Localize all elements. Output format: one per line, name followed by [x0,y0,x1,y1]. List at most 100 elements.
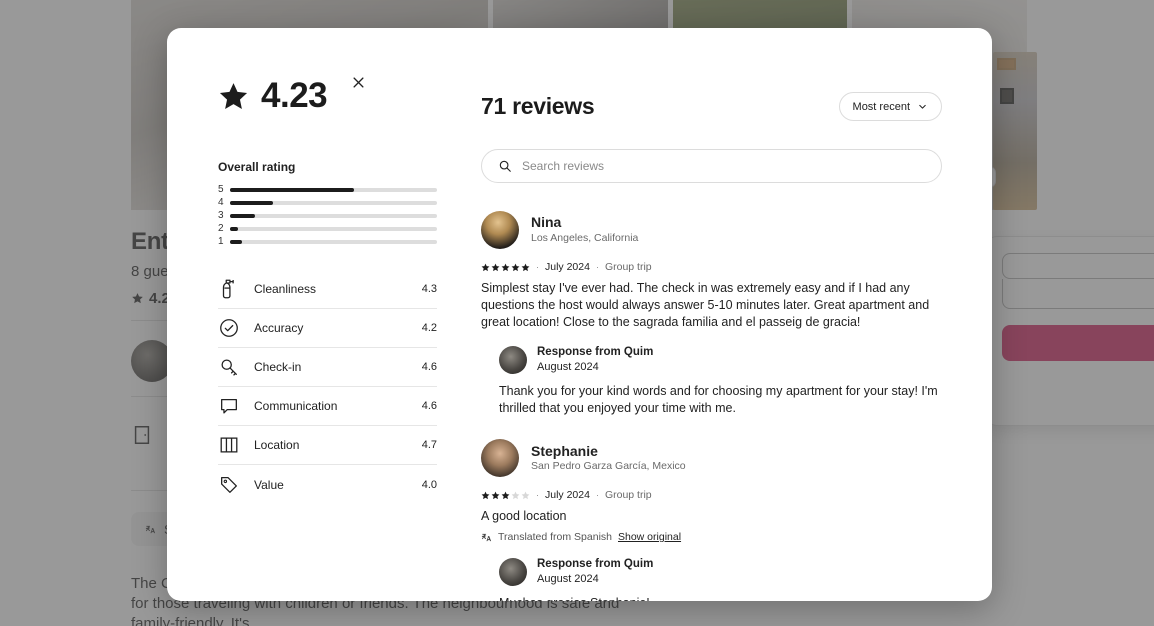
reviews-header: 71 reviews Most recent [481,92,942,121]
reviewer-identity: Stephanie San Pedro Garza García, Mexico [531,443,686,474]
show-original-link[interactable]: Show original [618,531,681,543]
review-body: Simplest stay I've ever had. The check i… [481,281,930,329]
distribution-track [230,187,437,192]
reviewer-avatar [481,211,519,249]
review-date: July 2024 [545,489,590,502]
distribution-row: 5 [218,183,437,196]
category-score: 4.0 [421,478,437,491]
review-item: Nina Los Angeles, California · July 2024… [481,211,942,417]
category-label: Communication [254,399,338,413]
check-circle-icon [220,319,238,337]
overall-score-value: 4.23 [261,76,328,115]
host-response: Response from Quim August 2024 Thank you… [499,345,942,417]
reviewer-identity: Nina Los Angeles, California [531,214,638,245]
reviewer-header[interactable]: Nina Los Angeles, California [481,211,942,249]
reviewer-location: San Pedro Garza García, Mexico [531,460,686,473]
distribution-fill [230,213,255,218]
sort-dropdown-button[interactable]: Most recent [838,92,942,121]
ratings-summary-panel: 4.23 Overall rating 5 4 3 2 1 Cleanlines… [167,28,459,601]
reviews-modal: 4.23 Overall rating 5 4 3 2 1 Cleanlines… [167,28,992,601]
host-response-identity: Response from Quim August 2024 [537,345,653,374]
overall-rating-label: Overall rating [218,160,296,174]
host-avatar [499,345,527,374]
review-item: Stephanie San Pedro Garza García, Mexico… [481,439,942,601]
distribution-track [230,200,437,205]
distribution-track [230,239,437,244]
host-response-body: Muchas gracias Stephanie! [499,595,942,601]
close-modal-button[interactable] [348,72,368,92]
review-date: July 2024 [545,261,590,273]
distribution-fill [230,200,274,205]
reviewer-avatar [481,439,519,478]
map-icon [220,437,238,453]
category-row-location: Location 4.7 [218,426,437,465]
close-icon [352,76,364,88]
category-row-cleanliness: Cleanliness 4.3 [218,270,437,309]
category-label: Cleanliness [254,282,317,296]
distribution-row: 4 [218,196,437,209]
reviewer-name: Stephanie [531,442,598,459]
distribution-fill [230,239,243,244]
distribution-row: 1 [218,235,437,248]
translation-note: Translated from Spanish [498,531,612,544]
distribution-stars: 4 [218,196,224,208]
review-star-rating [481,263,530,272]
screen: Entire rental unit in Barcelona 8 guests… [0,0,1154,626]
sort-dropdown-label: Most recent [852,100,910,113]
host-response-date: August 2024 [537,360,599,373]
category-row-checkin: Check-in 4.6 [218,348,437,387]
category-score: 4.6 [421,400,437,412]
distribution-track [230,226,437,231]
distribution-fill [230,226,239,231]
distribution-stars: 2 [218,222,224,234]
distribution-fill [230,187,355,192]
review-meta: · July 2024 · Group trip [481,261,942,273]
distribution-row: 3 [218,209,437,222]
search-reviews-container[interactable] [481,149,942,183]
reviewer-header[interactable]: Stephanie San Pedro Garza García, Mexico [481,439,942,478]
search-icon [499,160,511,172]
host-response-identity: Response from Quim August 2024 [537,557,653,586]
search-reviews-input[interactable] [522,159,925,173]
tag-icon [221,476,237,493]
review-translation-row: Translated from Spanish Show original [481,531,942,543]
host-response-header: Response from Quim August 2024 [499,557,942,586]
host-response-date: August 2024 [537,573,599,586]
host-response-name: Response from Quim [537,346,654,358]
host-response-name: Response from Quim [537,558,654,571]
distribution-stars: 3 [218,209,224,221]
reviews-count-title: 71 reviews [481,93,595,119]
review-body: A good location [481,509,567,524]
meta-separator: · [595,262,599,272]
review-star-rating [481,491,530,500]
category-label: Check-in [254,360,302,374]
host-avatar [499,557,527,586]
distribution-stars: 1 [218,235,224,247]
category-label: Accuracy [254,321,304,335]
review-trip-type: Group trip [604,261,652,273]
reviews-list-panel: 71 reviews Most recent Search reviews Ni… [459,28,992,601]
host-response-body: Thank you for your kind words and for ch… [499,384,938,416]
reviewer-location: Los Angeles, California [531,231,639,244]
rating-distribution: 5 4 3 2 1 [218,183,437,248]
reviewer-name: Nina [531,214,562,231]
key-icon [221,359,237,376]
meta-separator: · [595,490,599,501]
distribution-row: 2 [218,222,437,235]
star-icon [219,82,248,109]
review-trip-type: Group trip [604,489,652,502]
distribution-stars: 5 [218,183,224,195]
category-row-value: Value 4.0 [218,465,437,504]
meta-separator: · [536,262,539,272]
spray-bottle-icon [222,279,234,299]
meta-separator: · [536,490,539,501]
review-meta: · July 2024 · Group trip [481,489,942,501]
category-score: 4.6 [421,361,437,373]
chevron-down-icon [919,104,926,109]
category-row-accuracy: Accuracy 4.2 [218,309,437,348]
category-label: Value [254,477,284,492]
chat-bubble-icon [221,398,237,414]
host-response-header: Response from Quim August 2024 [499,345,942,374]
category-label: Location [254,438,300,452]
overall-score-row: 4.23 [218,76,437,116]
